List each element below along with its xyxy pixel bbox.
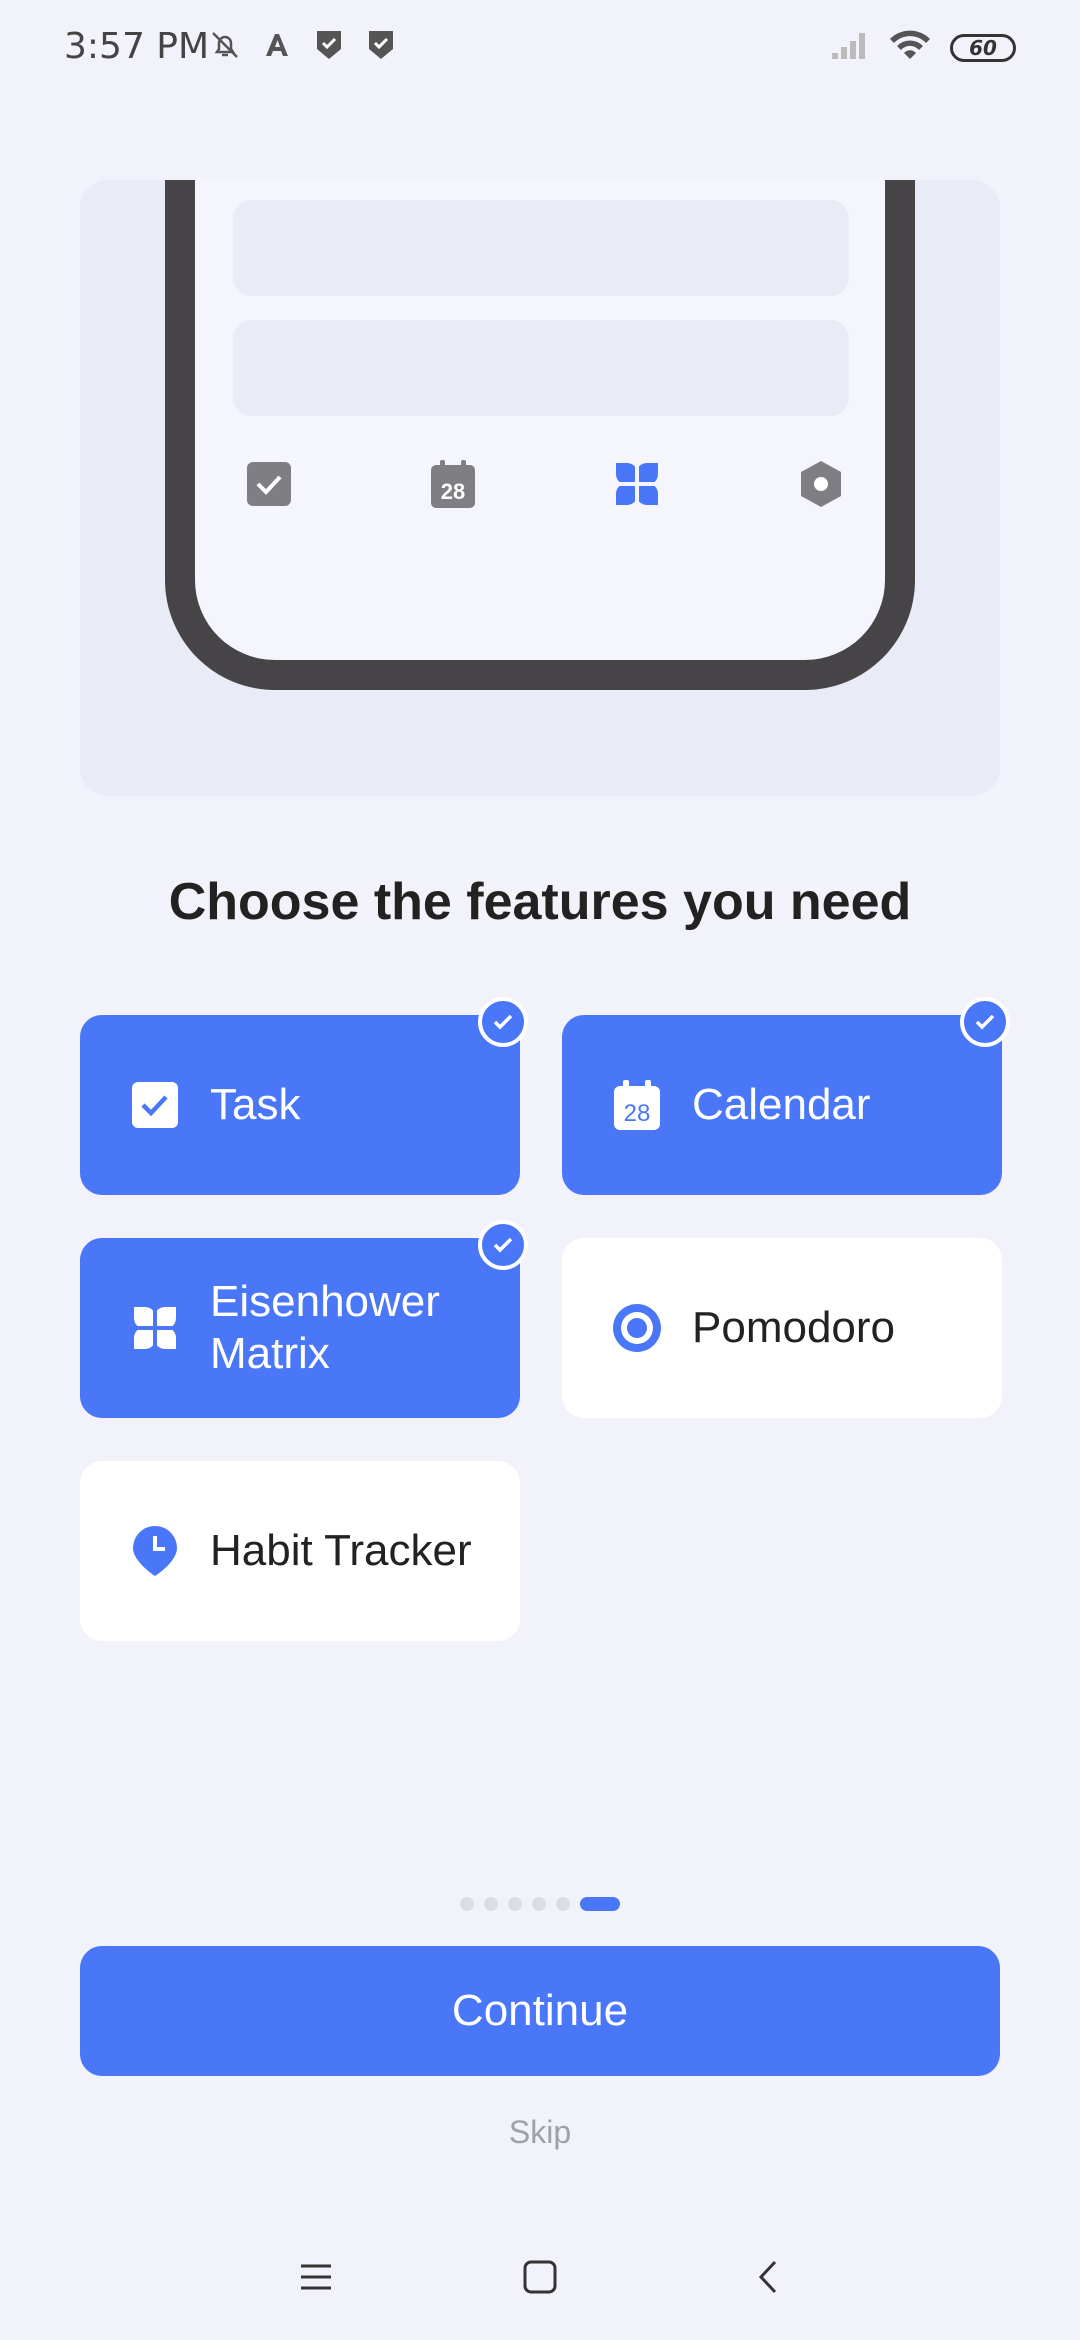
back-icon[interactable] — [743, 2252, 793, 2302]
status-bar: 3:57 PM 60 — [0, 0, 1080, 100]
selected-check-icon — [478, 1220, 528, 1270]
wifi-icon — [888, 28, 932, 67]
menu-icon[interactable] — [291, 2252, 341, 2302]
feature-label: Task — [210, 1080, 301, 1129]
calendar-icon: 28 — [612, 1080, 662, 1130]
feature-card-pomodoro[interactable]: Pomodoro — [562, 1238, 1002, 1418]
system-nav-bar — [0, 2230, 1080, 2320]
page-dot — [532, 1897, 546, 1911]
phone-mockup: 28 — [165, 180, 915, 690]
checkbox-icon — [130, 1080, 180, 1130]
feature-label: Habit Tracker — [210, 1526, 472, 1575]
feature-illustration: 28 — [80, 180, 1000, 796]
feature-label: Pomodoro — [692, 1303, 896, 1352]
settings-tab-icon — [797, 460, 845, 508]
page-dot — [484, 1897, 498, 1911]
continue-button[interactable]: Continue — [80, 1946, 1000, 2076]
page-dot-active — [580, 1897, 620, 1911]
signal-icon — [830, 29, 870, 66]
selected-check-icon — [478, 997, 528, 1047]
a-app-icon — [260, 28, 294, 62]
four-petal-icon — [130, 1303, 180, 1353]
page-title: Choose the features you need — [168, 873, 912, 931]
status-icons-right: 60 — [830, 28, 1016, 67]
mockup-tab-bar: 28 — [245, 460, 845, 508]
feature-card-task[interactable]: Task — [80, 997, 528, 1195]
placeholder-row — [233, 320, 849, 416]
target-circle-icon — [612, 1303, 662, 1353]
status-icons-left — [208, 28, 398, 62]
page-dot — [460, 1897, 474, 1911]
clock-pin-icon — [130, 1526, 180, 1576]
feature-label: Eisenhower Matrix — [210, 1277, 440, 1378]
home-icon[interactable] — [515, 2252, 565, 2302]
calendar-tab-day: 28 — [441, 479, 465, 504]
battery-icon: 60 — [950, 33, 1016, 62]
task-tab-icon — [245, 460, 293, 508]
page-indicator — [460, 1897, 620, 1911]
page-dot — [508, 1897, 522, 1911]
feature-card-eisenhower-matrix[interactable]: Eisenhower Matrix — [80, 1220, 528, 1418]
shield-check-icon — [364, 28, 398, 62]
feature-label: Calendar — [692, 1080, 871, 1129]
mute-icon — [208, 28, 242, 62]
feature-card-calendar[interactable]: 28 Calendar — [562, 997, 1010, 1195]
shield-check-icon — [312, 28, 346, 62]
placeholder-row — [233, 200, 849, 296]
status-time: 3:57 PM — [64, 26, 210, 67]
calendar-icon-day: 28 — [624, 1100, 651, 1127]
selected-check-icon — [960, 997, 1010, 1047]
skip-link[interactable]: Skip — [0, 2114, 1080, 2151]
feature-card-habit-tracker[interactable]: Habit Tracker — [80, 1461, 520, 1641]
calendar-tab-icon: 28 — [429, 460, 477, 508]
matrix-tab-icon — [613, 460, 661, 508]
page-dot — [556, 1897, 570, 1911]
